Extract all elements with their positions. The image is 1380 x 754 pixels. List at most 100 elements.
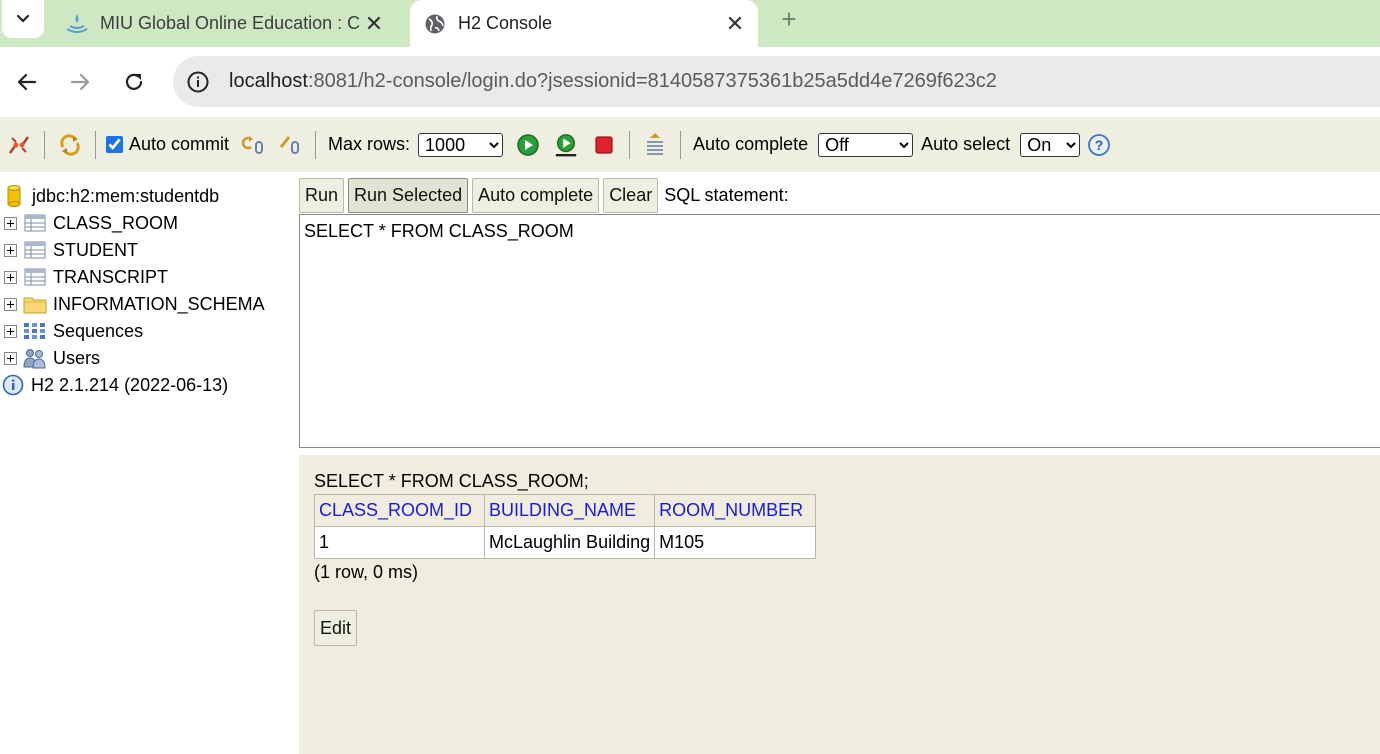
run-selected-button[interactable]: Run Selected: [348, 178, 469, 213]
reload-icon: [125, 73, 143, 90]
table-icon: [23, 212, 47, 234]
h2-toolbar: Auto commit Max rows: 1000 Auto complete…: [0, 117, 1380, 172]
expand-icon[interactable]: [4, 324, 17, 338]
tab-h2-console[interactable]: H2 Console ✕: [410, 0, 758, 47]
table-row: 1 McLaughlin Building M105: [314, 526, 817, 559]
svg-text:?: ?: [1095, 137, 1104, 153]
object-tree: jdbc:h2:mem:studentdb CLASS_ROOM STUDENT: [0, 172, 299, 754]
max-rows-select[interactable]: 1000: [418, 132, 504, 157]
tab-search-button[interactable]: [2, 0, 44, 38]
query-button-row: Run Run Selected Auto complete Clear SQL…: [299, 178, 789, 213]
run-icon[interactable]: [515, 132, 541, 158]
result-panel: SELECT * FROM CLASS_ROOM; CLASS_ROOM_ID …: [299, 455, 1380, 754]
auto-complete-label: Auto complete: [693, 134, 809, 154]
url-path: :8081/h2-console/login.do?jsessionid=814…: [307, 70, 997, 92]
row-count: (1 row, 0 ms): [314, 562, 419, 582]
tab-title: H2 Console: [458, 13, 553, 33]
info-icon: [1, 374, 25, 396]
browser-tab-strip: MIU Global Online Education : C ✕ H2 Con…: [0, 0, 1380, 47]
toolbar-divider: [315, 130, 317, 159]
sequences-icon: [23, 320, 47, 342]
chevron-down-icon: [16, 14, 30, 23]
arrow-left-icon: [17, 73, 37, 91]
tree-connection-label: jdbc:h2:mem:studentdb: [32, 185, 220, 206]
auto-select-select[interactable]: On: [1020, 132, 1081, 157]
max-rows-label: Max rows:: [328, 134, 411, 154]
tree-item[interactable]: Sequences: [0, 318, 143, 344]
stop-icon[interactable]: [591, 132, 617, 158]
reload-button[interactable]: [116, 64, 152, 100]
close-icon[interactable]: ✕: [720, 9, 750, 39]
toolbar-divider: [44, 130, 45, 159]
version-label: H2 2.1.214 (2022-06-13): [31, 374, 229, 395]
plus-icon: +: [781, 3, 797, 34]
column-header[interactable]: CLASS_ROOM_ID: [314, 494, 485, 527]
table-icon: [23, 239, 47, 261]
table-cell: 1: [314, 526, 485, 559]
sql-editor[interactable]: SELECT * FROM CLASS_ROOM: [299, 214, 1380, 448]
globe-icon: [422, 11, 448, 37]
expand-icon[interactable]: [4, 243, 17, 257]
auto-commit-control[interactable]: Auto commit: [104, 134, 229, 155]
expand-icon[interactable]: [4, 270, 17, 284]
edit-button[interactable]: Edit: [314, 610, 358, 646]
tree-item-label: CLASS_ROOM: [53, 212, 179, 233]
table-icon: [23, 266, 47, 288]
database-icon: [2, 185, 26, 207]
forward-button[interactable]: [62, 64, 98, 100]
run-selected-icon[interactable]: [553, 132, 579, 158]
tree-item[interactable]: TRANSCRIPT: [0, 264, 168, 290]
auto-complete-select[interactable]: Off: [818, 132, 914, 157]
history-icon[interactable]: [642, 132, 668, 158]
auto-complete-button[interactable]: Auto complete: [472, 178, 600, 213]
tree-item[interactable]: INFORMATION_SCHEMA: [0, 291, 265, 317]
toolbar-divider: [680, 130, 682, 159]
site-info-icon[interactable]: [181, 65, 215, 99]
tree-item[interactable]: CLASS_ROOM: [0, 210, 178, 236]
column-header[interactable]: ROOM_NUMBER: [654, 494, 817, 527]
refresh-icon[interactable]: [57, 132, 83, 158]
commit-icon[interactable]: [277, 132, 303, 158]
toolbar-divider: [95, 130, 96, 159]
expand-icon[interactable]: [4, 351, 17, 365]
auto-commit-checkbox[interactable]: [106, 136, 123, 153]
run-button[interactable]: Run: [299, 178, 345, 213]
expand-icon[interactable]: [4, 297, 17, 311]
tree-item[interactable]: Users: [0, 345, 100, 371]
new-tab-button[interactable]: +: [774, 4, 804, 34]
table-header-row: CLASS_ROOM_ID BUILDING_NAME ROOM_NUMBER: [314, 494, 817, 527]
result-table: CLASS_ROOM_ID BUILDING_NAME ROOM_NUMBER …: [314, 494, 817, 559]
sql-statement-label: SQL statement:: [664, 185, 789, 205]
users-icon: [23, 347, 47, 369]
tree-item-label: STUDENT: [53, 239, 138, 260]
expand-icon[interactable]: [4, 216, 17, 230]
toolbar-divider: [629, 130, 631, 159]
disconnect-icon[interactable]: [6, 132, 32, 158]
url-text: localhost:8081/h2-console/login.do?jsess…: [229, 70, 997, 93]
auto-commit-label: Auto commit: [129, 134, 230, 154]
miu-logo-icon: [64, 11, 90, 37]
table-cell: M105: [654, 526, 817, 559]
executed-statement: SELECT * FROM CLASS_ROOM;: [314, 471, 589, 491]
tree-item[interactable]: STUDENT: [0, 237, 138, 263]
clear-button[interactable]: Clear: [603, 178, 659, 213]
tree-connection[interactable]: jdbc:h2:mem:studentdb: [0, 183, 219, 209]
help-icon[interactable]: ?: [1086, 132, 1112, 158]
close-icon[interactable]: ✕: [359, 9, 389, 39]
url-host: localhost: [229, 70, 308, 92]
table-cell: McLaughlin Building: [483, 526, 656, 559]
browser-toolbar: localhost:8081/h2-console/login.do?jsess…: [0, 47, 1380, 117]
auto-select-label: Auto select: [921, 134, 1011, 154]
arrow-right-icon: [70, 73, 90, 91]
rollback-icon[interactable]: [239, 132, 265, 158]
back-button[interactable]: [9, 64, 45, 100]
tab-miu[interactable]: MIU Global Online Education : C ✕: [52, 0, 397, 47]
tree-item-label: Users: [53, 347, 101, 368]
address-bar[interactable]: localhost:8081/h2-console/login.do?jsess…: [173, 56, 1380, 107]
tree-item-label: INFORMATION_SCHEMA: [53, 293, 265, 314]
tab-title: MIU Global Online Education : C: [100, 13, 359, 33]
tree-item-label: Sequences: [53, 320, 144, 341]
folder-icon: [23, 293, 47, 315]
tree-version: H2 2.1.214 (2022-06-13): [0, 372, 228, 398]
column-header[interactable]: BUILDING_NAME: [483, 494, 656, 527]
